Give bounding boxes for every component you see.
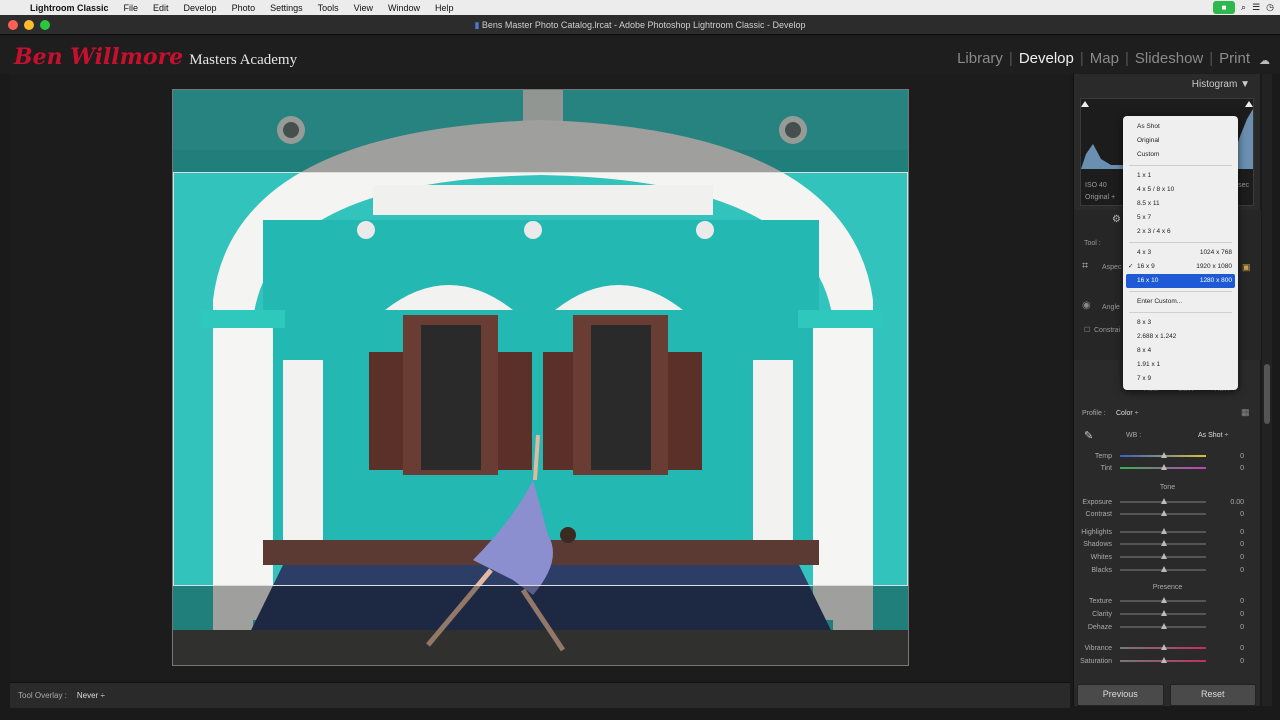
menu-app-name[interactable]: Lightroom Classic: [30, 3, 109, 13]
aspect-custom[interactable]: Custom: [1123, 148, 1238, 162]
lock-icon[interactable]: ▣: [1242, 262, 1251, 273]
menu-help[interactable]: Help: [435, 3, 454, 13]
photo-preview[interactable]: [172, 89, 909, 666]
menu-develop[interactable]: Develop: [184, 3, 217, 13]
slider-texture[interactable]: Texture 0: [1080, 595, 1255, 607]
aspect-16x9[interactable]: ✓ 16 x 9 1920 x 1080: [1123, 260, 1238, 274]
original-toggle[interactable]: Original +: [1085, 194, 1115, 201]
wb-label: WB :: [1126, 432, 1142, 439]
presence-heading: Presence: [1152, 584, 1183, 591]
tool-label: Tool :: [1084, 240, 1101, 247]
aspect-5x7[interactable]: 5 x 7: [1123, 211, 1238, 225]
develop-buttons: Previous Reset: [1073, 684, 1260, 706]
module-slideshow[interactable]: Slideshow: [1135, 50, 1203, 67]
checkmark-icon: ✓: [1128, 263, 1134, 270]
aspect-2-688x1-242[interactable]: 2.688 x 1.242: [1123, 330, 1238, 344]
search-icon[interactable]: ⌕: [1241, 2, 1246, 13]
aspect-4x5[interactable]: 4 x 5 / 8 x 10: [1123, 183, 1238, 197]
slider-exposure[interactable]: Exposure 0.00: [1080, 496, 1255, 508]
cloud-sync-icon[interactable]: ☁: [1259, 54, 1270, 67]
aspect-8x3[interactable]: 8 x 3: [1123, 316, 1238, 330]
aspect-original[interactable]: Original: [1123, 134, 1238, 148]
profile-label: Profile :: [1082, 410, 1106, 417]
aspect-1x1[interactable]: 1 x 1: [1123, 169, 1238, 183]
aspect-1-91x1[interactable]: 1.91 x 1: [1123, 358, 1238, 372]
menu-settings[interactable]: Settings: [270, 3, 303, 13]
crop-mask-bottom: [173, 586, 908, 665]
slider-blacks[interactable]: Blacks 0: [1080, 564, 1255, 576]
basic-panel: Auto B&W HDR Profile : Color ÷ ▦ ✎ WB : …: [1074, 374, 1261, 674]
grid-browse-icon[interactable]: ▦: [1241, 407, 1250, 418]
crop-mask-top: [173, 90, 908, 172]
brand-signature: Ben Willmore: [14, 44, 184, 70]
menu-file[interactable]: File: [124, 3, 139, 13]
module-develop[interactable]: Develop: [1019, 50, 1074, 67]
minimize-window-button[interactable]: [24, 20, 34, 30]
slider-dehaze[interactable]: Dehaze 0: [1080, 621, 1255, 633]
control-center-icon[interactable]: ☰: [1252, 2, 1260, 13]
tool-overlay-label: Tool Overlay :: [18, 691, 67, 700]
slider-temp[interactable]: Temp 0: [1080, 450, 1255, 462]
slider-shadows[interactable]: Shadows 0: [1080, 538, 1255, 550]
module-map[interactable]: Map: [1090, 50, 1119, 67]
aspect-2x3[interactable]: 2 x 3 / 4 x 6: [1123, 225, 1238, 239]
aspect-label: Aspec: [1102, 264, 1122, 271]
module-bar: Ben Willmore Masters Academy Library | De…: [0, 36, 1280, 74]
eyedropper-icon[interactable]: ✎: [1084, 429, 1093, 442]
aspect-enter-custom[interactable]: Enter Custom...: [1123, 295, 1238, 309]
menu-photo[interactable]: Photo: [232, 3, 256, 13]
angle-label: Angle: [1102, 304, 1120, 311]
aspect-8-5x11[interactable]: 8.5 x 11: [1123, 197, 1238, 211]
histogram-iso: ISO 40: [1085, 182, 1107, 189]
tool-overlay-select[interactable]: Never ÷: [77, 691, 105, 700]
identity-plate: Ben Willmore Masters Academy: [14, 44, 297, 70]
module-picker: Library | Develop | Map | Slideshow | Print: [957, 50, 1250, 67]
slider-whites[interactable]: Whites 0: [1080, 551, 1255, 563]
aspect-16x10[interactable]: 16 x 10 1280 x 800: [1126, 274, 1235, 288]
aspect-7x9[interactable]: 7 x 9: [1123, 372, 1238, 386]
menu-view[interactable]: View: [354, 3, 373, 13]
video-camera-icon[interactable]: ■: [1213, 1, 1236, 14]
aspect-ratio-menu: As Shot Original Custom 1 x 1 4 x 5 / 8 …: [1123, 116, 1238, 390]
profile-select[interactable]: Color ÷: [1116, 410, 1139, 417]
slider-clarity[interactable]: Clarity 0: [1080, 608, 1255, 620]
slider-highlights[interactable]: Highlights 0: [1080, 526, 1255, 538]
reset-button[interactable]: Reset: [1169, 684, 1256, 706]
menu-tools[interactable]: Tools: [318, 3, 339, 13]
constrain-label: Constrai: [1094, 327, 1121, 334]
angle-tool-icon[interactable]: ◉: [1082, 300, 1091, 311]
menu-window[interactable]: Window: [388, 3, 420, 13]
close-window-button[interactable]: [8, 20, 18, 30]
aspect-4x3[interactable]: 4 x 3 1024 x 768: [1123, 246, 1238, 260]
wb-select[interactable]: As Shot ÷: [1198, 432, 1228, 439]
histogram-shutter: sec: [1238, 182, 1249, 189]
zoom-window-button[interactable]: [40, 20, 50, 30]
aspect-as-shot[interactable]: As Shot: [1123, 120, 1238, 134]
histogram-header[interactable]: Histogram ▼: [1074, 74, 1260, 96]
aspect-8x4[interactable]: 8 x 4: [1123, 344, 1238, 358]
crop-icon[interactable]: ⌗: [1082, 260, 1088, 273]
toolbar: Tool Overlay : Never ÷: [10, 682, 1070, 708]
brand-academy: Masters Academy: [189, 52, 298, 68]
previous-button[interactable]: Previous: [1077, 684, 1164, 706]
sliders-icon[interactable]: ⚙: [1112, 214, 1121, 225]
tone-heading: Tone: [1159, 484, 1176, 491]
slider-saturation[interactable]: Saturation 0: [1080, 655, 1255, 667]
slider-vibrance[interactable]: Vibrance 0: [1080, 642, 1255, 654]
slider-contrast[interactable]: Contrast 0: [1080, 508, 1255, 520]
right-panel-scrollbar[interactable]: [1262, 74, 1272, 706]
window-titlebar: ▮ Bens Master Photo Catalog.lrcat - Adob…: [0, 15, 1280, 35]
module-print[interactable]: Print: [1219, 50, 1250, 67]
menu-edit[interactable]: Edit: [153, 3, 169, 13]
window-title: Bens Master Photo Catalog.lrcat - Adobe …: [481, 20, 806, 30]
macos-menubar: Lightroom Classic File Edit Develop Phot…: [0, 0, 1280, 15]
constrain-checkbox[interactable]: ☐: [1084, 326, 1090, 334]
document-icon: ▮: [474, 20, 482, 30]
module-library[interactable]: Library: [957, 50, 1003, 67]
slider-tint[interactable]: Tint 0: [1080, 462, 1255, 474]
clock-icon[interactable]: ◷: [1266, 2, 1274, 13]
crop-frame[interactable]: [173, 172, 908, 586]
